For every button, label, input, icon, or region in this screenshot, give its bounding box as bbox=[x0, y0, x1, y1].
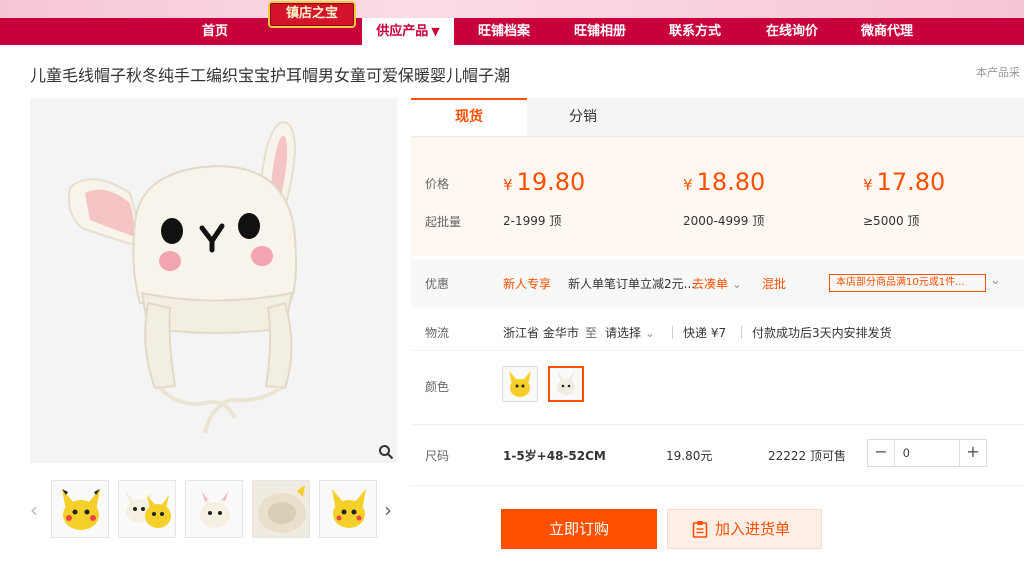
destination-select[interactable]: 请选择 ⌄ bbox=[605, 324, 655, 341]
nav-contact[interactable]: 联系方式 bbox=[658, 18, 732, 45]
color-option-rabbit[interactable] bbox=[548, 366, 584, 402]
tab-in-stock[interactable]: 现货 bbox=[411, 98, 527, 136]
color-option-pikachu[interactable] bbox=[502, 366, 538, 402]
tab-distribution[interactable]: 分销 bbox=[527, 98, 639, 136]
thumbnail-5[interactable] bbox=[319, 480, 377, 538]
product-title: 儿童毛线帽子秋冬纯手工编织宝宝护耳帽男女童可爱保暖婴儿帽子潮 bbox=[30, 66, 511, 85]
pikachu-swatch bbox=[503, 367, 537, 401]
nav-products-active[interactable]: 供应产品 ▼ bbox=[362, 18, 454, 45]
nav-shop-profile[interactable]: 旺铺档案 bbox=[465, 18, 543, 45]
rabbit-swatch bbox=[550, 368, 582, 400]
divider bbox=[741, 326, 742, 339]
top-banner-strip bbox=[0, 0, 1024, 18]
chevron-down-icon: ⌄ bbox=[731, 277, 742, 291]
expand-promo-icon[interactable]: ⌄ bbox=[990, 273, 1001, 288]
product-note: 本产品采 bbox=[976, 66, 1020, 79]
divider-line bbox=[411, 350, 1024, 351]
add-to-cart-button[interactable]: 加入进货单 bbox=[667, 509, 822, 549]
caret-down-icon: ▼ bbox=[431, 25, 440, 38]
ship-time: 付款成功后3天内安排发货 bbox=[752, 326, 892, 340]
store-promo-badge[interactable]: 本店部分商品满10元或1件... bbox=[829, 274, 986, 292]
moq-label: 起批量 bbox=[425, 215, 462, 229]
stock-available: 22222 顶可售 bbox=[768, 449, 846, 463]
ship-to-word: 至 bbox=[585, 326, 598, 340]
thumbnail-2[interactable] bbox=[118, 480, 176, 538]
divider-line bbox=[411, 424, 1024, 425]
size-value: 1-5岁+48-52CM bbox=[503, 449, 606, 463]
thumbnail-1[interactable] bbox=[51, 480, 109, 538]
promo-text: 新人单笔订单立减2元... bbox=[568, 277, 696, 291]
order-now-button[interactable]: 立即订购 bbox=[501, 509, 657, 549]
logistics-label: 物流 bbox=[425, 326, 450, 340]
rabbit-hat-thumb bbox=[186, 481, 242, 537]
sale-mode-tabs: 现货 分销 bbox=[411, 98, 1024, 136]
main-product-image[interactable] bbox=[30, 98, 397, 463]
moq-tier-3: ≥5000 顶 bbox=[863, 214, 920, 228]
chevron-down-icon: ⌄ bbox=[644, 326, 655, 340]
ship-from: 浙江省 金华市 bbox=[503, 326, 579, 340]
color-label: 颜色 bbox=[425, 380, 450, 394]
thumbnail-4[interactable] bbox=[252, 480, 310, 538]
quantity-input[interactable] bbox=[896, 440, 958, 466]
nav-home[interactable]: 首页 bbox=[190, 18, 240, 45]
express-fee: 快递 ¥7 bbox=[683, 326, 727, 340]
hat-inside-thumb bbox=[253, 481, 309, 537]
new-user-tag: 新人专享 bbox=[503, 277, 552, 291]
mixed-batch-link[interactable]: 混批 bbox=[762, 275, 786, 292]
moq-tier-1: 2-1999 顶 bbox=[503, 214, 562, 228]
chevron-right-icon[interactable]: › bbox=[384, 498, 392, 522]
divider-line bbox=[411, 485, 1024, 486]
shop-nav-bar: 首页 旺铺档案 旺铺相册 联系方式 在线询价 微商代理 bbox=[0, 18, 1024, 45]
nav-featured-badge[interactable]: 镇店之宝 bbox=[268, 1, 356, 28]
size-price: 19.80元 bbox=[666, 449, 713, 463]
nav-wechat-agent[interactable]: 微商代理 bbox=[850, 18, 924, 45]
clipboard-icon bbox=[692, 521, 708, 538]
rabbit-hat-image bbox=[30, 98, 397, 463]
pikachu-hat-thumb-2 bbox=[320, 481, 376, 537]
nav-shop-album[interactable]: 旺铺相册 bbox=[563, 18, 637, 45]
pikachu-hat-thumb bbox=[52, 481, 108, 537]
divider bbox=[672, 326, 673, 339]
thumbnail-strip: ‹ › bbox=[30, 480, 400, 540]
quantity-stepper: − + bbox=[867, 439, 987, 467]
size-label: 尺码 bbox=[425, 449, 450, 463]
promo-link[interactable]: 去凑单 ⌄ bbox=[692, 275, 742, 292]
price-section bbox=[411, 136, 1024, 256]
thumbnail-3[interactable] bbox=[185, 480, 243, 538]
price-label: 价格 bbox=[425, 177, 450, 191]
moq-tier-2: 2000-4999 顶 bbox=[683, 214, 765, 228]
promo-label: 优惠 bbox=[425, 277, 450, 291]
pair-hat-thumb bbox=[119, 481, 175, 537]
price-tier-1: ¥19.80 bbox=[503, 168, 586, 196]
plus-button[interactable]: + bbox=[959, 440, 986, 466]
price-tier-2: ¥18.80 bbox=[683, 168, 766, 196]
nav-online-inquiry[interactable]: 在线询价 bbox=[755, 18, 829, 45]
minus-button[interactable]: − bbox=[868, 440, 895, 466]
chevron-left-icon[interactable]: ‹ bbox=[30, 498, 38, 522]
price-tier-3: ¥17.80 bbox=[863, 168, 946, 196]
zoom-icon[interactable] bbox=[378, 444, 394, 460]
